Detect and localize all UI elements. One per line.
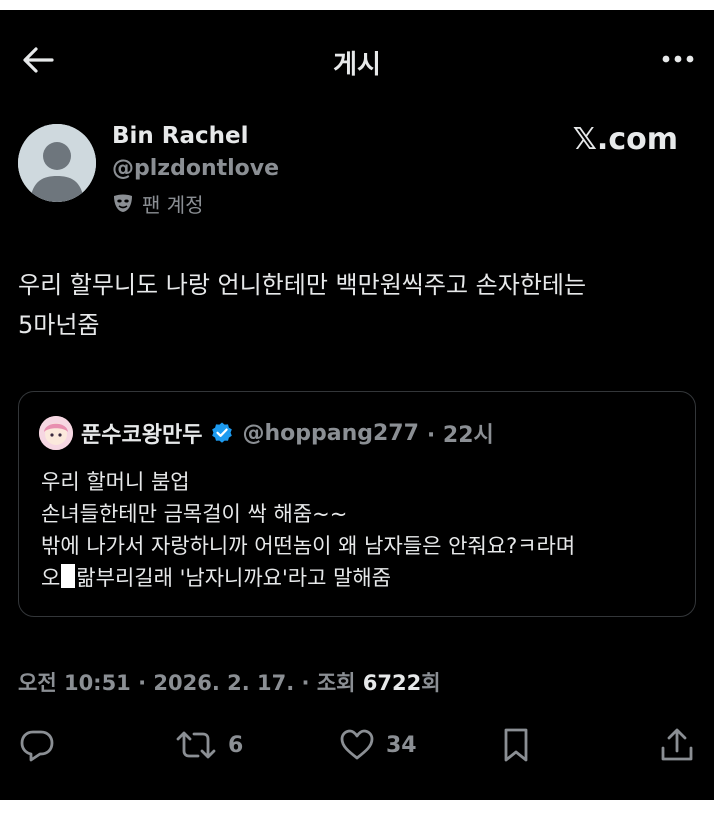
quoted-line: 오 랆부리길래 '남자니까요'라고 말해줌 <box>41 562 681 594</box>
view-unit: 회 <box>421 671 441 695</box>
x-com-logo: 𝕏.com <box>572 122 678 157</box>
tweet-text: 우리 할무니도 나랑 언니한테만 백만원씩주고 손자한테는 5마넌줌 <box>18 271 587 339</box>
retweet-icon <box>176 731 216 759</box>
quoted-tweet-header: 푼수코왕만두 @hoppang277 · 22시 <box>39 416 494 450</box>
view-count: 6722 <box>362 671 422 695</box>
more-options-button[interactable] <box>656 44 700 74</box>
verified-badge-icon <box>212 422 233 443</box>
quoted-author-avatar <box>39 416 73 450</box>
quoted-line-end: 랆부리길래 '남자니까요'라고 말해줌 <box>76 566 392 590</box>
mask-icon <box>114 194 132 212</box>
fan-account-label: 팬 계정 <box>112 190 204 217</box>
quoted-author-handle: @hoppang277 <box>242 420 419 446</box>
fan-account-text: 팬 계정 <box>142 192 204 217</box>
top-bar: 게시 <box>0 10 714 110</box>
reply-bubble-icon <box>20 730 54 762</box>
quoted-tweet[interactable]: 푼수코왕만두 @hoppang277 · 22시 우리 할머니 붐업손녀들한테만… <box>18 391 696 617</box>
post-timestamp: 오전 10:51 · 2026. 2. 17. · 조회 <box>18 671 356 695</box>
post-screen: 게시 Bin Rachel @plzdontlove 팬 계정 𝕏.com 우리… <box>0 10 714 800</box>
share-icon <box>661 728 693 761</box>
heart-icon <box>340 729 374 760</box>
bookmark-button[interactable] <box>498 722 534 768</box>
redaction-block <box>61 564 76 588</box>
share-button[interactable] <box>658 722 696 768</box>
like-button[interactable]: 34 <box>338 722 417 768</box>
quoted-line: 손녀들한테만 금목걸이 싹 해줌~~ <box>41 502 348 526</box>
quoted-line-start: 오 <box>41 566 61 590</box>
reply-button[interactable] <box>18 722 66 768</box>
quoted-line: 밖에 나가서 자랑하니까 어떤놈이 왜 남자들은 안줘요?ㅋ라며 <box>41 534 576 558</box>
post-meta: 오전 10:51 · 2026. 2. 17. · 조회 6722회 <box>18 667 441 697</box>
author-handle[interactable]: @plzdontlove <box>112 156 279 181</box>
retweet-button[interactable]: 6 <box>174 722 243 768</box>
like-count: 34 <box>386 732 417 758</box>
author-avatar[interactable] <box>18 124 96 202</box>
character-avatar-icon <box>39 416 73 450</box>
quoted-line: 우리 할머니 붐업 <box>41 470 190 494</box>
quoted-tweet-text: 우리 할머니 붐업손녀들한테만 금목걸이 싹 해줌~~ 밖에 나가서 자랑하니까 … <box>41 466 681 594</box>
more-dots-icon <box>662 55 694 63</box>
action-bar: 6 34 <box>0 722 714 768</box>
author-name[interactable]: Bin Rachel <box>112 123 249 149</box>
bookmark-icon <box>504 728 528 762</box>
quoted-author-name: 푼수코왕만두 <box>81 423 203 448</box>
quoted-tweet-time: · 22시 <box>426 423 494 448</box>
retweet-count: 6 <box>228 732 244 758</box>
page-title: 게시 <box>333 50 381 80</box>
default-avatar-icon <box>18 124 96 202</box>
